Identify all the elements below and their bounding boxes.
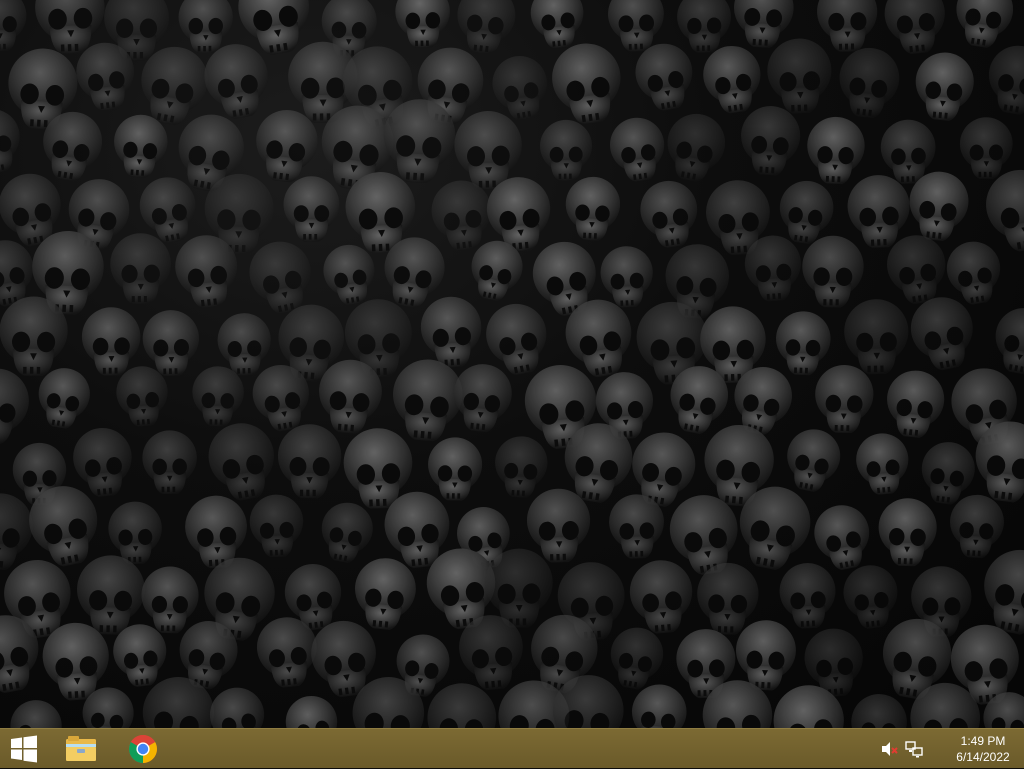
skull-decoration <box>4 695 66 728</box>
skull-decoration <box>191 365 245 428</box>
google-chrome-button[interactable] <box>118 729 168 769</box>
skull-decoration <box>636 176 703 252</box>
skull-decoration <box>877 497 938 567</box>
skull-decoration <box>526 487 592 564</box>
skull-decoration <box>846 173 912 250</box>
skull-decoration <box>315 498 378 567</box>
folder-icon <box>66 736 96 761</box>
skull-decoration <box>140 566 200 634</box>
skull-decoration <box>905 291 981 375</box>
skull-decoration <box>107 500 163 565</box>
clock-date: 6/14/2022 <box>956 750 1010 764</box>
skull-decoration <box>449 361 515 435</box>
skull-decoration <box>493 434 549 499</box>
skull-decoration <box>951 0 1017 51</box>
network-button[interactable] <box>903 738 925 760</box>
skull-decoration <box>203 417 282 505</box>
skull-decoration <box>774 310 832 376</box>
skull-decoration <box>0 364 34 448</box>
skull-decoration <box>840 562 902 632</box>
skull-decoration <box>734 618 798 692</box>
desktop-wallpaper <box>0 0 1024 728</box>
volume-muted-icon <box>882 742 898 756</box>
skull-decoration <box>81 306 141 376</box>
skull-decoration <box>696 562 760 636</box>
skull-decoration <box>142 430 198 495</box>
skull-decoration <box>699 41 766 117</box>
skull-decoration <box>608 493 666 560</box>
skull-decoration <box>539 119 593 181</box>
skull-decoration <box>780 424 845 496</box>
skull-decoration <box>70 424 136 500</box>
start-button[interactable] <box>0 729 48 769</box>
skull-decoration <box>778 561 838 630</box>
skull-decoration <box>843 298 910 375</box>
skull-decoration <box>0 0 28 52</box>
skull-decoration <box>801 235 865 308</box>
skull-decoration <box>809 500 876 574</box>
skull-decoration <box>563 175 622 242</box>
skull-decoration <box>942 237 1006 308</box>
skull-decoration <box>75 554 146 636</box>
skull-decoration <box>0 296 68 377</box>
skull-decoration <box>766 37 834 115</box>
clock[interactable]: 1:49 PM 6/14/2022 <box>942 733 1024 765</box>
skull-decoration <box>453 0 519 57</box>
skull-decoration <box>850 693 908 728</box>
skull-decoration <box>676 0 732 54</box>
skull-decoration <box>204 682 271 728</box>
skull-decoration <box>805 115 866 186</box>
skull-decoration <box>881 0 950 57</box>
taskbar: 1:49 PM 6/14/2022 <box>0 728 1024 768</box>
skull-wallpaper <box>0 0 1024 728</box>
volume-button[interactable] <box>878 738 900 760</box>
skull-decoration <box>277 424 342 499</box>
skull-decoration <box>983 41 1024 119</box>
skull-decoration <box>178 0 234 54</box>
skull-decoration <box>816 0 879 53</box>
skull-decoration <box>912 49 977 123</box>
skull-decoration <box>527 0 588 51</box>
skull-decoration <box>814 364 875 434</box>
skull-decoration <box>883 367 948 441</box>
chrome-icon <box>129 735 157 763</box>
skull-decoration <box>351 555 419 633</box>
skull-decoration <box>989 303 1024 379</box>
skull-decoration <box>216 312 272 377</box>
skull-decoration <box>389 356 466 444</box>
skull-decoration <box>110 233 172 305</box>
skull-decoration <box>947 493 1006 560</box>
skull-decoration <box>141 309 201 377</box>
skull-decoration <box>853 431 912 497</box>
skull-decoration <box>606 114 669 185</box>
skull-decoration <box>283 176 340 242</box>
windows-logo-icon <box>11 735 37 763</box>
skull-decoration <box>427 437 483 501</box>
skull-decoration <box>418 294 485 370</box>
skull-decoration <box>281 691 344 728</box>
clock-time: 1:49 PM <box>960 734 1006 748</box>
skull-decoration <box>738 104 803 177</box>
skull-decoration <box>627 557 696 636</box>
skull-decoration <box>605 623 668 693</box>
file-explorer-button[interactable] <box>56 729 106 769</box>
skull-decoration <box>835 44 903 121</box>
skull-decoration <box>394 0 451 49</box>
skull-decoration <box>959 117 1013 180</box>
network-icon <box>905 741 923 758</box>
system-tray: 1:49 PM 6/14/2022 <box>878 729 1024 769</box>
skull-decoration <box>111 113 170 179</box>
skull-decoration <box>599 244 655 309</box>
skull-decoration <box>606 0 666 53</box>
skull-decoration <box>660 108 731 186</box>
skull-decoration <box>248 493 305 559</box>
skull-decoration <box>547 38 627 128</box>
